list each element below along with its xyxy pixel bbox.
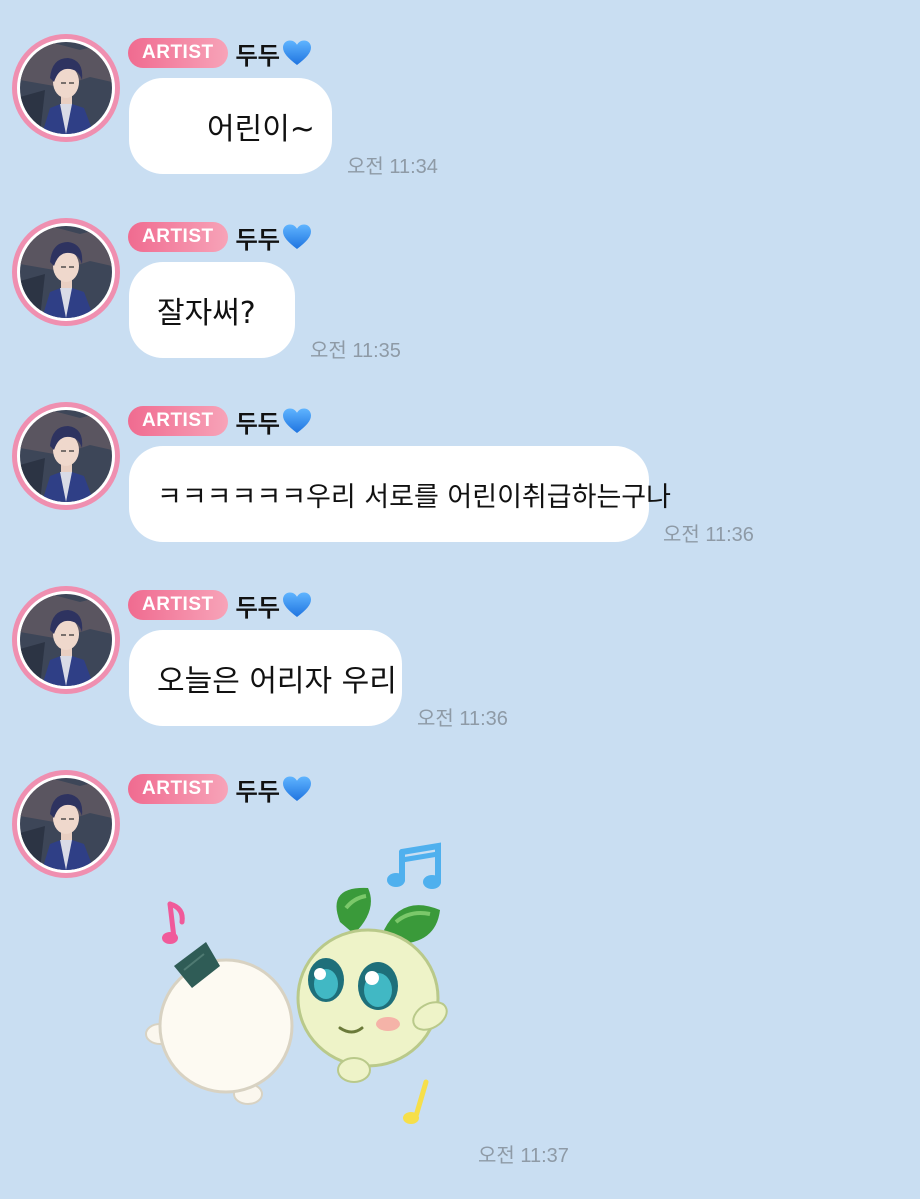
avatar[interactable] [12, 218, 120, 326]
yellow-music-note-icon [403, 1079, 429, 1124]
sender-name: 두두 [235, 593, 280, 622]
message-time: 오전 11:34 [347, 156, 438, 178]
message-time: 오전 11:35 [310, 340, 401, 362]
message-time: 오전 11:36 [417, 708, 508, 730]
avatar-photo [20, 410, 112, 502]
message-bubble[interactable]: 어린이~ [129, 78, 332, 174]
message-3: ARTIST 두두 ㅋㅋㅋㅋㅋㅋ우리 서로를 어린이취급하는구나 오전 11:3… [0, 402, 920, 552]
sender-row: ARTIST 두두 [128, 36, 312, 70]
sender-name: 두두 [235, 777, 280, 806]
message-text: 어린이~ [207, 112, 315, 147]
sender-row: ARTIST 두두 [128, 588, 312, 622]
message-4: ARTIST 두두 오늘은 어리자 우리 오전 11:36 [0, 586, 920, 736]
message-text: 오늘은 어리자 우리 [157, 664, 397, 699]
message-2: ARTIST 두두 잘자써? 오전 11:35 [0, 218, 920, 368]
avatar-photo [20, 778, 112, 870]
artist-badge: ARTIST [128, 590, 228, 620]
message-bubble[interactable]: 잘자써? [129, 262, 295, 358]
artist-badge: ARTIST [128, 774, 228, 804]
sprout-character [296, 887, 448, 1083]
message-bubble[interactable]: ㅋㅋㅋㅋㅋㅋ우리 서로를 어린이취급하는구나 [129, 446, 671, 542]
blue-heart-icon [282, 592, 311, 617]
message-time: 오전 11:37 [478, 1145, 569, 1167]
pink-music-note-icon [162, 901, 185, 944]
avatar[interactable] [12, 402, 120, 510]
artist-badge: ARTIST [128, 38, 228, 68]
artist-badge: ARTIST [128, 222, 228, 252]
sprout-and-sheep-hug-sticker[interactable] [140, 838, 470, 1128]
avatar[interactable] [12, 586, 120, 694]
blue-heart-icon [282, 40, 311, 65]
message-time: 오전 11:36 [663, 524, 754, 546]
avatar[interactable] [12, 770, 120, 878]
sender-name: 두두 [235, 41, 280, 70]
blue-heart-icon [282, 408, 311, 433]
sender-row: ARTIST 두두 [128, 220, 312, 254]
sheep-character [145, 942, 294, 1105]
sender-name: 두두 [235, 409, 280, 438]
message-text: 잘자써? [157, 296, 256, 331]
sender-name: 두두 [235, 225, 280, 254]
blue-music-note-icon [387, 842, 441, 889]
artist-badge: ARTIST [128, 406, 228, 436]
avatar[interactable] [12, 34, 120, 142]
sender-row: ARTIST 두두 [128, 772, 312, 806]
avatar-photo [20, 226, 112, 318]
blue-heart-icon [282, 776, 311, 801]
sender-row: ARTIST 두두 [128, 404, 312, 438]
message-bubble[interactable]: 오늘은 어리자 우리 [129, 630, 402, 726]
message-text: ㅋㅋㅋㅋㅋㅋ우리 서로를 어린이취급하는구나 [157, 481, 671, 513]
avatar-photo [20, 594, 112, 686]
message-1: ARTIST 두두 어린이~ 오전 11:34 [0, 34, 920, 184]
blue-heart-icon [282, 224, 311, 249]
avatar-photo [20, 42, 112, 134]
